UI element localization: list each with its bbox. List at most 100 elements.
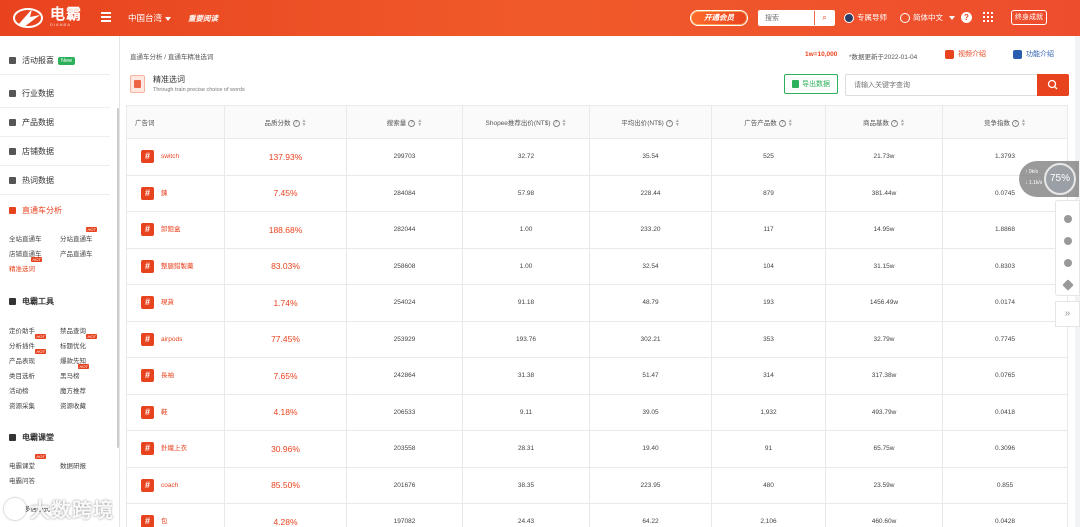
table-row[interactable]: # airpods 77.45% 253929 193.76 302.21 353 32.79… xyxy=(126,320,1068,358)
feature-intro-link[interactable]: 功能介绍 xyxy=(1013,49,1054,59)
sort-icon[interactable]: ▲ ▼ xyxy=(417,119,422,128)
keyword-cell[interactable]: # airpods xyxy=(126,320,225,358)
keyword-text[interactable]: 針織上衣 xyxy=(161,445,187,452)
sort-icon[interactable]: ▲ ▼ xyxy=(1021,119,1026,128)
brand-logo[interactable]: 电霸 DIANBA xyxy=(12,5,82,29)
sidebar-item-hotwords[interactable]: 热词数据 xyxy=(0,167,110,195)
keyword-cell[interactable]: # 現貨 xyxy=(126,284,225,322)
col-shopee-bid[interactable]: Shopee推荐出价(NT$)? ▲ ▼ xyxy=(462,105,590,139)
table-row[interactable]: # 針織上衣 30.96% 203558 28.31 19.40 91 65.75w 0.309… xyxy=(126,430,1068,468)
table-row[interactable]: # 鞋 4.18% 206533 9.11 39.05 1,932 493.79w 0.0418 xyxy=(126,393,1068,431)
menu-icon[interactable] xyxy=(101,12,111,22)
sidebar-scrollbar[interactable] xyxy=(117,108,119,448)
apps-grid-icon[interactable] xyxy=(983,12,993,22)
table-row[interactable]: # 長袖 7.65% 242864 31.38 51.47 314 317.38w 0.0765 xyxy=(126,357,1068,395)
open-vip-button[interactable]: 开通会员 xyxy=(690,10,748,26)
col-ad-products[interactable]: 广告产品数? ▲ ▼ xyxy=(711,105,826,139)
language-selector[interactable]: 简体中文 xyxy=(900,12,955,23)
keyword-cell[interactable]: # 鞋 xyxy=(126,393,225,431)
table-row[interactable]: # 現貨 1.74% 254024 91.18 48.79 193 1456.49w 0.017… xyxy=(126,284,1068,322)
sidebar-item-ztc-analysis[interactable]: 直通车分析 xyxy=(0,196,110,224)
col-quality-score[interactable]: 品质分数? ▲ ▼ xyxy=(224,105,347,139)
important-reading-link[interactable]: 重要阅读 xyxy=(188,13,218,24)
keyword-text[interactable]: coach xyxy=(161,482,178,489)
keyword-text[interactable]: 長袖 xyxy=(161,372,174,379)
memory-progress-ball[interactable]: 75% xyxy=(1044,163,1076,195)
col-product-base[interactable]: 商品基数? ▲ ▼ xyxy=(825,105,943,139)
help-icon[interactable]: ? xyxy=(961,12,972,23)
region-selector[interactable]: 中国台湾 xyxy=(128,12,172,24)
keyword-search-input[interactable] xyxy=(846,75,1036,95)
tool-resource-collect[interactable]: 资源采集 xyxy=(9,400,60,410)
class-dianba[interactable]: 电霸课堂 HOT xyxy=(9,454,60,470)
table-row[interactable]: # 包 4.28% 197082 24.43 64.22 2,106 460.60w 0.042… xyxy=(126,503,1068,527)
table-row[interactable]: # switch 137.93% 299703 32.72 35.54 525 21.73w 1… xyxy=(126,138,1068,176)
submenu-product-ztc[interactable]: 产品直通车 xyxy=(60,248,111,258)
keyword-cell[interactable]: # switch xyxy=(126,138,225,176)
star-icon[interactable] xyxy=(1061,279,1074,291)
col-competition-index[interactable]: 竞争指数? ▲ ▼ xyxy=(942,105,1068,139)
wechat-icon[interactable] xyxy=(1063,215,1072,223)
sort-icon[interactable]: ▲ ▼ xyxy=(675,119,680,128)
export-data-button[interactable]: 导出数据 xyxy=(784,74,838,94)
question-icon[interactable]: ? xyxy=(408,119,416,127)
qq-icon[interactable] xyxy=(1063,237,1072,245)
keyword-text[interactable]: 現貨 xyxy=(161,299,174,306)
tool-category[interactable]: 类目选析 xyxy=(9,370,60,380)
sidebar-item-shops[interactable]: 店铺数据 xyxy=(0,138,110,166)
class-research-report[interactable]: 数据研报 xyxy=(60,460,111,470)
sort-icon[interactable]: ▲ ▼ xyxy=(302,119,307,128)
keyword-cell[interactable]: # coach xyxy=(126,466,225,504)
mentor-link[interactable]: 专属导师 xyxy=(844,12,887,23)
expand-icon[interactable]: » xyxy=(1055,301,1080,327)
keyword-search-button[interactable] xyxy=(1037,74,1069,96)
table-row[interactable]: # 整腿錯製藥 83.03% 258608 1.00 32.54 104 31.15w 0.83… xyxy=(126,247,1068,285)
question-icon[interactable]: ? xyxy=(292,119,300,127)
table-row[interactable]: # coach 85.50% 201676 38.35 223.95 480 23.59w 0.… xyxy=(126,466,1068,504)
tool-cube-recommend[interactable]: 魔方推荐 xyxy=(60,385,111,395)
question-icon[interactable]: ? xyxy=(778,119,786,127)
question-icon[interactable]: ? xyxy=(552,119,560,127)
keyword-cell[interactable]: # 包 xyxy=(126,503,225,527)
sort-icon[interactable]: ▲ ▼ xyxy=(562,119,567,128)
class-qa[interactable]: 电霸问答 xyxy=(9,475,60,485)
submenu-precise-words[interactable]: 精准选词 HOT xyxy=(9,257,60,273)
top-search-input[interactable] xyxy=(759,11,815,25)
sidebar-item-events[interactable]: 活动报喜 New xyxy=(0,47,110,75)
col-avg-bid[interactable]: 平均出价(NT$)? ▲ ▼ xyxy=(589,105,712,139)
col-search-volume[interactable]: 搜索量? ▲ ▼ xyxy=(346,105,463,139)
submenu-full-ztc[interactable]: 全站直通车 xyxy=(9,233,60,243)
keyword-cell[interactable]: # 長袖 xyxy=(126,357,225,395)
tool-product-performance[interactable]: 产品表现 HOT xyxy=(9,349,60,365)
user-level-button[interactable]: 终身成就 xyxy=(1011,10,1047,25)
keyword-text[interactable]: switch xyxy=(161,153,179,160)
tool-resource-favorites[interactable]: 资源收藏 xyxy=(60,400,111,410)
keyword-cell[interactable]: # 針織上衣 xyxy=(126,430,225,468)
sort-icon[interactable]: ▲ ▼ xyxy=(900,119,905,128)
tool-dark-horse[interactable]: 黑马榜 HOT xyxy=(60,364,111,380)
keyword-text[interactable]: 鞋 xyxy=(161,409,168,416)
phone-icon[interactable] xyxy=(1063,259,1072,267)
search-icon[interactable]: ⌕ xyxy=(814,11,834,25)
tool-activity-rank[interactable]: 活动榜 xyxy=(9,385,60,395)
sidebar-item-industry[interactable]: 行业数据 xyxy=(0,80,110,108)
keyword-text[interactable]: airpods xyxy=(161,336,182,343)
keyword-text[interactable]: 卸鉬盒 xyxy=(161,226,181,233)
table-row[interactable]: # 鍊 7.45% 284084 57.98 228.44 879 381.44w 0.0745 xyxy=(126,174,1068,212)
keyword-text[interactable]: 整腿錯製藥 xyxy=(161,263,194,270)
keyword-cell[interactable]: # 整腿錯製藥 xyxy=(126,247,225,285)
keyword-cell[interactable]: # 卸鉬盒 xyxy=(126,211,225,249)
keyword-cell[interactable]: # 鍊 xyxy=(126,174,225,212)
sidebar-item-products[interactable]: 产品数据 xyxy=(0,109,110,137)
sort-icon[interactable]: ▲ ▼ xyxy=(788,119,793,128)
question-icon[interactable]: ? xyxy=(891,119,899,127)
keyword-text[interactable]: 包 xyxy=(161,518,168,525)
tool-title-optimize[interactable]: 标题优化 HOT xyxy=(60,334,111,350)
question-icon[interactable]: ? xyxy=(1012,119,1020,127)
speed-widget[interactable]: ↑ 0k/s ↓ 1.1k/s 75% xyxy=(1019,161,1079,197)
submenu-site-ztc[interactable]: 分站直通车 HOT xyxy=(60,227,111,243)
keyword-text[interactable]: 鍊 xyxy=(161,190,168,197)
video-intro-link[interactable]: 视频介绍 xyxy=(945,49,986,59)
table-row[interactable]: # 卸鉬盒 188.68% 282044 1.00 233.20 117 14.95w 1.88… xyxy=(126,211,1068,249)
question-icon[interactable]: ? xyxy=(665,119,673,127)
